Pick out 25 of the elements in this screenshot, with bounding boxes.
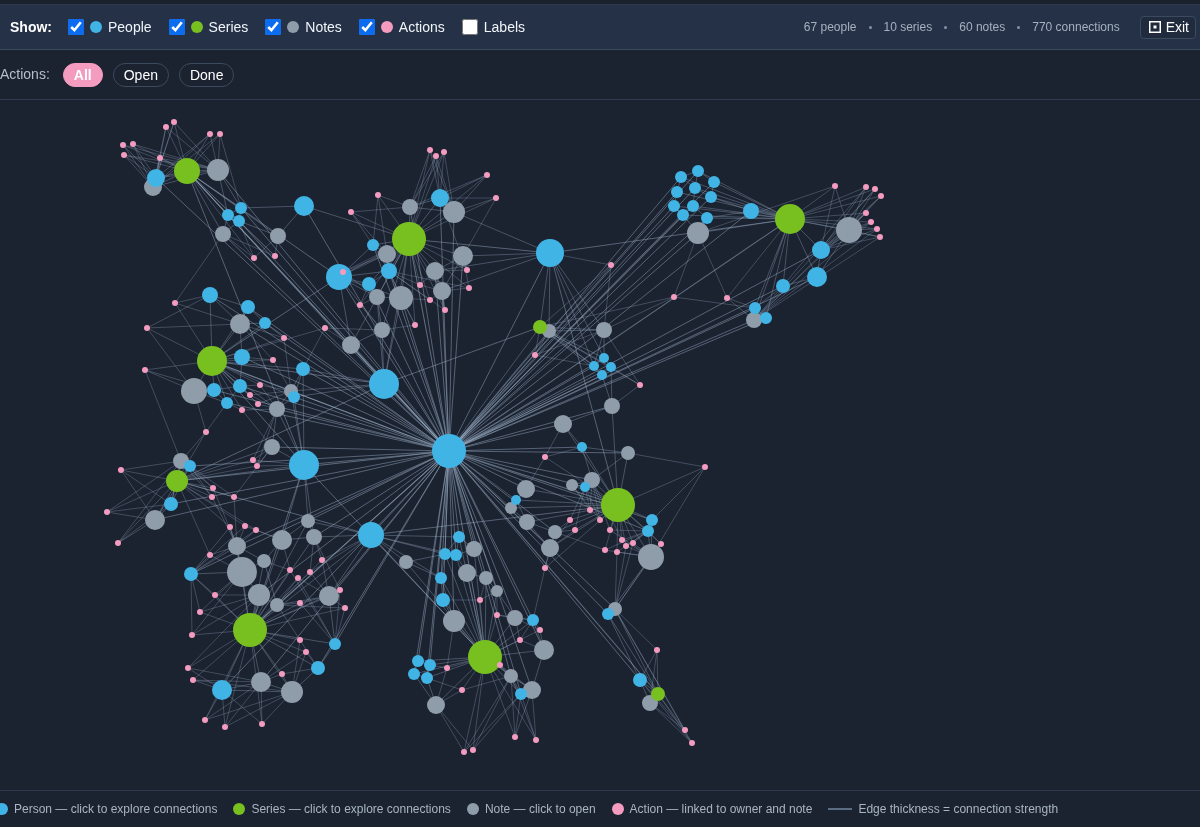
stat-count: 60 notes (959, 19, 1006, 36)
legend-label: Action — linked to owner and note (629, 801, 813, 818)
legend-label: Person — click to explore connections (14, 801, 218, 818)
stat-count: 10 series (883, 19, 933, 36)
legend-label: Series — click to explore connections (251, 801, 451, 818)
filter-checkbox[interactable] (68, 19, 84, 35)
show-label: Show: (10, 17, 52, 37)
filter-label[interactable]: Actions (398, 16, 445, 38)
stat-count: 67 people (803, 19, 857, 36)
filter-checkbox[interactable] (265, 19, 282, 35)
filter-label[interactable]: Labels (483, 16, 526, 38)
separator-dot-icon (944, 25, 948, 29)
exit-button[interactable]: Exit (1139, 15, 1196, 39)
separator-dot-icon (868, 25, 872, 29)
filter-checkbox[interactable] (461, 19, 478, 35)
filter-label[interactable]: People (108, 16, 152, 38)
filter-checkbox[interactable] (358, 19, 375, 35)
filter-label[interactable]: Series (208, 16, 249, 38)
legend-label: Note — click to open (484, 801, 596, 818)
filter-label[interactable]: Notes (305, 16, 342, 38)
filter-checkbox[interactable] (168, 19, 185, 35)
stat-count: 770 connections (1032, 19, 1120, 36)
separator-dot-icon (1017, 25, 1021, 29)
actions-filter-label: Actions: (0, 65, 50, 84)
legend-label: Edge thickness = connection strength (858, 801, 1059, 818)
